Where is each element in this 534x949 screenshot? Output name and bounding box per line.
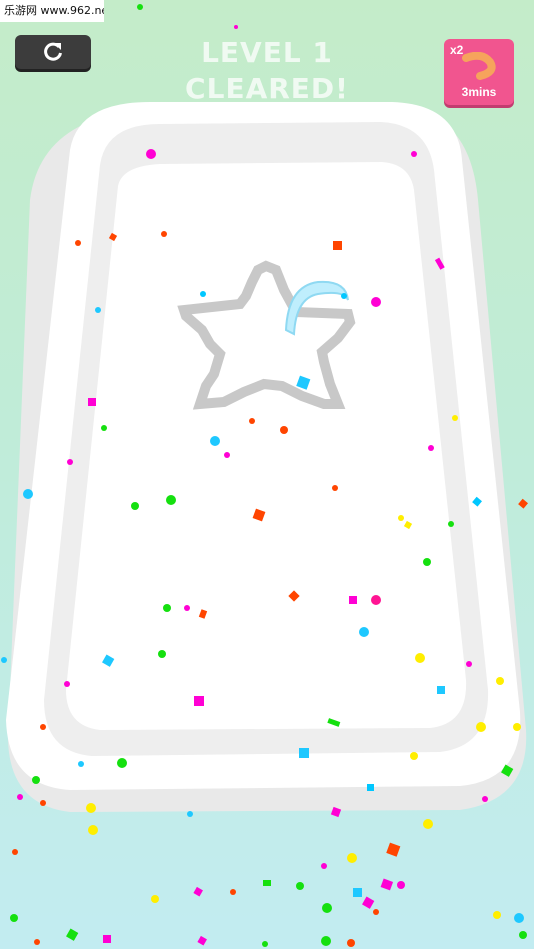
tray-floor [66, 162, 467, 730]
cleared-label: CLEARED! [185, 72, 349, 105]
level-title: LEVEL 1 [201, 36, 333, 69]
boost-duration: 3mins [461, 85, 497, 99]
boost-button[interactable]: x2 3mins [444, 39, 514, 105]
restart-button[interactable] [15, 35, 91, 69]
worm-icon [462, 52, 496, 80]
restart-icon [44, 42, 62, 61]
game-scene [1, 4, 528, 947]
